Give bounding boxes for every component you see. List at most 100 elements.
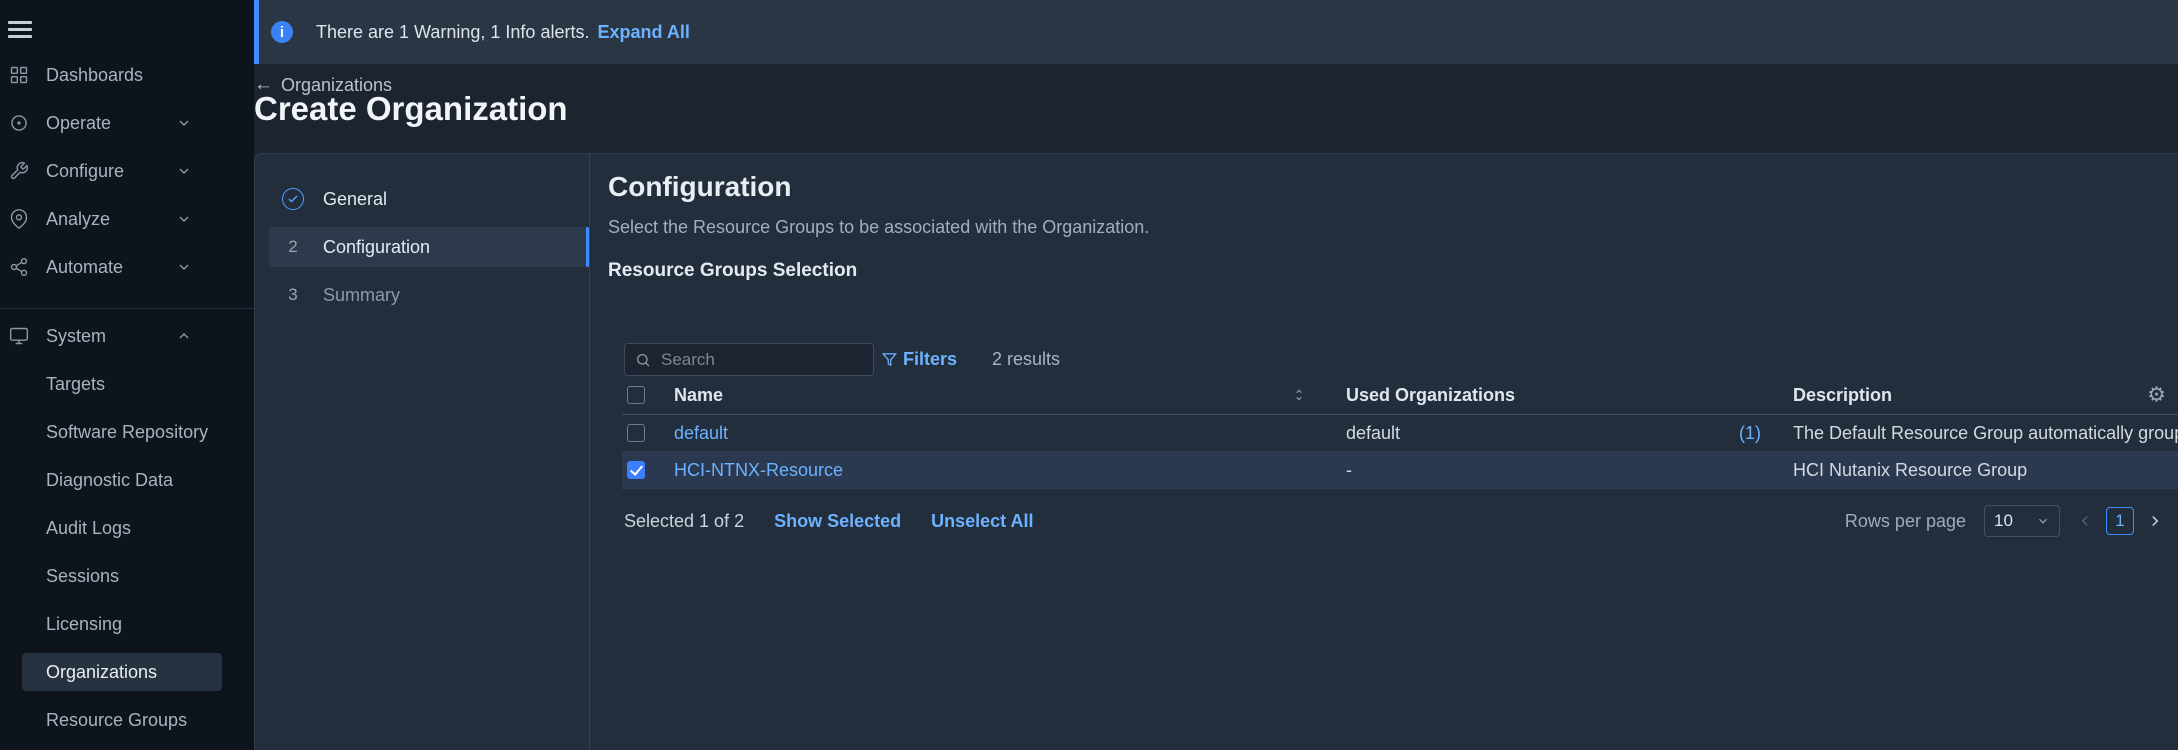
select-all-checkbox[interactable] [627, 386, 645, 404]
sidebar-item-software-repository[interactable]: Software Repository [0, 408, 254, 456]
section-title: Resource Groups Selection [608, 260, 858, 281]
sidebar-divider [0, 308, 254, 309]
step-summary[interactable]: 3 Summary [255, 275, 589, 315]
sidebar-item-label: Licensing [46, 613, 123, 634]
sidebar-item-operate[interactable]: Operate [0, 99, 254, 147]
unselect-all-link[interactable]: Unselect All [931, 511, 1033, 532]
used-organizations-count-link[interactable]: (1) [1739, 423, 1761, 444]
step-number: 3 [288, 285, 298, 304]
column-header-description: Description [1793, 384, 1893, 405]
wizard-stepper: General 2 Configuration 3 Summary [255, 154, 590, 750]
sidebar-item-label: System [46, 325, 107, 346]
sidebar-item-label: Software Repository [46, 421, 209, 442]
expand-all-link[interactable]: Expand All [597, 22, 689, 43]
current-page-number[interactable]: 1 [2106, 507, 2134, 535]
alert-message: There are 1 Warning, 1 Info alerts. [316, 21, 590, 42]
table-toolbar: Filters 2 results [624, 343, 1060, 376]
table-row-default: default default (1) The Default Resource… [622, 415, 2178, 452]
row-checkbox[interactable] [627, 424, 645, 442]
sidebar-main-nav: Dashboards Operate Configure Analyze Aut… [0, 51, 254, 291]
previous-page-icon[interactable] [2076, 512, 2094, 530]
rows-per-page-label: Rows per page [1844, 510, 1966, 531]
selection-summary: Selected 1 of 2 [624, 510, 745, 531]
sidebar-system-nav: System [0, 312, 254, 360]
automate-icon [6, 254, 32, 280]
chevron-down-icon [176, 115, 192, 131]
sidebar-item-sessions[interactable]: Sessions [0, 552, 254, 600]
sidebar-item-diagnostic-data[interactable]: Diagnostic Data [0, 456, 254, 504]
step-label: Summary [323, 284, 401, 305]
configure-icon [6, 158, 32, 184]
sidebar: Dashboards Operate Configure Analyze Aut… [0, 0, 254, 750]
operate-icon [6, 110, 32, 136]
dashboards-icon [6, 62, 32, 88]
used-organizations-value: default [1346, 422, 1401, 443]
table-footer: Selected 1 of 2 Show Selected Unselect A… [624, 501, 2164, 541]
filters-button[interactable]: Filters [882, 349, 957, 370]
column-header-used-organizations: Used Organizations [1346, 384, 1516, 405]
sidebar-item-label: Dashboards [46, 64, 144, 85]
sidebar-item-resource-groups[interactable]: Resource Groups [0, 696, 254, 744]
sidebar-item-label: Organizations [46, 661, 158, 682]
sidebar-item-label: Sessions [46, 565, 120, 586]
description-value: The Default Resource Group automatically… [1793, 422, 2178, 443]
table-header-row: Name Used Organizations Description ⚙ [622, 376, 2178, 415]
chevron-down-icon [176, 211, 192, 227]
resource-group-link[interactable]: default [674, 423, 728, 444]
analyze-icon [6, 206, 32, 232]
sidebar-item-organizations[interactable]: Organizations [0, 648, 254, 696]
search-input[interactable] [659, 348, 863, 371]
sort-icon[interactable] [1292, 388, 1306, 402]
alert-banner: i There are 1 Warning, 1 Info alerts. Ex… [254, 0, 2178, 64]
description-value: HCI Nutanix Resource Group [1793, 459, 2028, 480]
search-box [624, 343, 874, 376]
sidebar-item-label: Resource Groups [46, 709, 188, 730]
used-organizations-value: - [1346, 459, 1352, 480]
hamburger-menu-icon[interactable] [8, 17, 32, 42]
filters-label: Filters [903, 349, 958, 369]
info-icon: i [271, 21, 293, 43]
next-page-icon[interactable] [2146, 512, 2164, 530]
step-number: 2 [288, 237, 298, 256]
sidebar-item-label: Automate [46, 256, 124, 277]
sidebar-item-label: Audit Logs [46, 517, 132, 538]
filter-funnel-icon [882, 353, 897, 367]
system-icon [6, 323, 32, 349]
chevron-up-icon [176, 328, 192, 344]
wizard-panel: General 2 Configuration 3 Summary Config… [254, 153, 2178, 750]
column-header-name: Name [674, 384, 724, 405]
sidebar-item-targets[interactable]: Targets [0, 360, 254, 408]
sidebar-item-label: Configure [46, 160, 125, 181]
sidebar-item-analyze[interactable]: Analyze [0, 195, 254, 243]
chevron-down-icon [176, 163, 192, 179]
resource-group-link[interactable]: HCI-NTNX-Resource [674, 460, 843, 481]
row-checkbox[interactable] [627, 461, 645, 479]
table-row-hci-ntnx-resource: HCI-NTNX-Resource - HCI Nutanix Resource… [622, 452, 2178, 489]
page-title: Create Organization [254, 90, 568, 127]
search-icon [637, 353, 650, 366]
results-count: 2 results [992, 349, 1061, 369]
sidebar-item-audit-logs[interactable]: Audit Logs [0, 504, 254, 552]
sidebar-item-licensing[interactable]: Licensing [0, 600, 254, 648]
sidebar-item-configure[interactable]: Configure [0, 147, 254, 195]
sidebar-item-automate[interactable]: Automate [0, 243, 254, 291]
rows-per-page-select[interactable]: 10 [1984, 505, 2060, 537]
step-complete-check-icon [282, 188, 304, 210]
sidebar-item-label: Diagnostic Data [46, 469, 174, 490]
content-subtitle: Select the Resource Groups to be associa… [608, 217, 1150, 237]
content-title: Configuration [608, 171, 792, 202]
rows-per-page-value: 10 [1994, 511, 2013, 530]
sidebar-item-dashboards[interactable]: Dashboards [0, 51, 254, 99]
sidebar-item-label: Targets [46, 373, 106, 394]
sidebar-system-items: Targets Software Repository Diagnostic D… [0, 360, 254, 744]
sidebar-item-system[interactable]: System [0, 312, 254, 360]
show-selected-link[interactable]: Show Selected [774, 511, 901, 532]
step-general[interactable]: General [255, 179, 589, 219]
resource-groups-table: Name Used Organizations Description ⚙ de… [622, 376, 2178, 489]
chevron-down-icon [176, 259, 192, 275]
sidebar-item-label: Operate [46, 112, 112, 133]
step-configuration[interactable]: 2 Configuration [269, 227, 589, 267]
table-settings-gear-icon[interactable]: ⚙ [2147, 383, 2166, 408]
sidebar-item-label: Analyze [46, 208, 111, 229]
page-header: ← Organizations Create Organization [254, 64, 2178, 153]
